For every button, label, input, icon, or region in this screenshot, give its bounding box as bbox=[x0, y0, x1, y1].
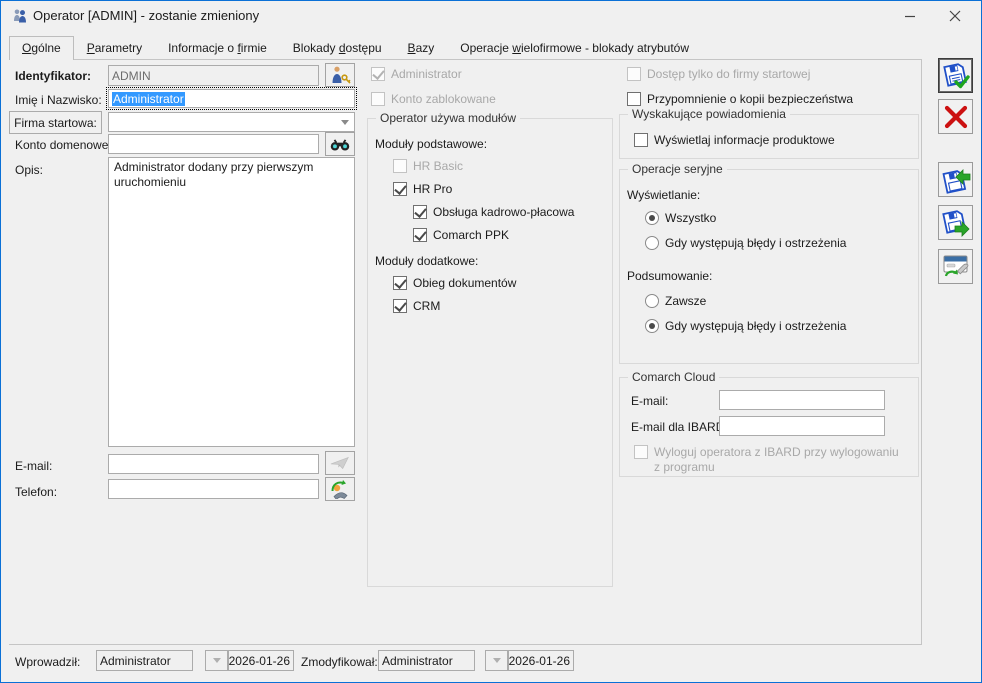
tab-informacje-o-firmie[interactable]: Informacje o firmie bbox=[155, 36, 280, 59]
save-next-button[interactable] bbox=[938, 205, 973, 240]
crm-checkbox[interactable]: CRM bbox=[393, 299, 440, 313]
domain-field[interactable] bbox=[108, 134, 319, 154]
send-email-button bbox=[325, 451, 355, 475]
window-title: Operator [ADMIN] - zostanie zmieniony bbox=[33, 8, 259, 23]
ibard-email-label: E-mail dla IBARD: bbox=[631, 420, 728, 434]
start-company-button[interactable]: Firma startowa: bbox=[9, 111, 102, 134]
hr-basic-checkbox: HR Basic bbox=[393, 159, 463, 173]
titlebar: Operator [ADMIN] - zostanie zmieniony bbox=[1, 1, 981, 31]
modified-by-label: Zmodyfikował: bbox=[301, 655, 378, 669]
email-field[interactable] bbox=[108, 454, 319, 474]
basic-modules-label: Moduły podstawowe: bbox=[375, 137, 487, 151]
binoculars-icon bbox=[329, 137, 351, 152]
comarch-cloud-group-title: Comarch Cloud bbox=[628, 370, 719, 384]
window-wrench-icon bbox=[941, 252, 971, 282]
chevron-down-icon bbox=[493, 658, 501, 663]
display-label: Wyświetlanie: bbox=[627, 188, 700, 202]
close-icon bbox=[949, 10, 961, 22]
panel-separator bbox=[921, 59, 922, 645]
modified-by-field: Administrator bbox=[378, 650, 475, 671]
administrator-checkbox: Administrator bbox=[371, 67, 462, 81]
display-all-radio[interactable]: Wszystko bbox=[645, 211, 716, 225]
identifier-field: ADMIN bbox=[108, 65, 319, 86]
floppy-arrow-right-icon bbox=[941, 208, 971, 238]
dms-checkbox[interactable]: Obieg dokumentów bbox=[393, 276, 516, 290]
floppy-arrow-left-icon bbox=[941, 165, 971, 195]
tab-operacje-wielofirmowe[interactable]: Operacje wielofirmowe - blokady atrybutó… bbox=[447, 36, 702, 59]
user-key-icon bbox=[329, 65, 351, 85]
comarch-ppk-checkbox[interactable]: Comarch PPK bbox=[413, 228, 509, 242]
tab-blokady-dostepu[interactable]: Blokady dostępu bbox=[280, 36, 395, 59]
identifier-wizard-button[interactable] bbox=[325, 63, 355, 87]
cancel-button[interactable] bbox=[938, 99, 973, 134]
modified-date-dropdown bbox=[485, 650, 508, 671]
chevron-down-icon[interactable] bbox=[341, 120, 349, 125]
tab-parametry[interactable]: Parametry bbox=[74, 36, 155, 59]
created-date-dropdown bbox=[205, 650, 228, 671]
footer-separator bbox=[9, 644, 921, 645]
cloud-email-field[interactable] bbox=[719, 390, 885, 410]
call-phone-button[interactable] bbox=[325, 477, 355, 501]
name-label: Imię i Nazwisko: bbox=[15, 93, 102, 107]
backup-reminder-checkbox[interactable]: Przypomnienie o kopii bezpieczeństwa bbox=[627, 92, 853, 106]
tab-strip: Ogólne Parametry Informacje o firmie Blo… bbox=[9, 36, 702, 60]
phone-icon bbox=[329, 479, 351, 499]
modified-date-field: 2026-01-26 bbox=[508, 650, 574, 671]
settings-button[interactable] bbox=[938, 249, 973, 284]
cloud-email-label: E-mail: bbox=[631, 394, 668, 408]
minimize-icon bbox=[904, 10, 916, 22]
selected-text: Administrator bbox=[112, 92, 185, 106]
start-company-combo[interactable] bbox=[108, 112, 355, 132]
summary-always-radio[interactable]: Zawsze bbox=[645, 294, 706, 308]
app-icon bbox=[12, 8, 28, 24]
name-field[interactable]: Administrator bbox=[108, 89, 355, 108]
display-errors-radio[interactable]: Gdy występują błędy i ostrzeżenia bbox=[645, 236, 846, 250]
phone-label: Telefon: bbox=[15, 485, 57, 499]
save-previous-button[interactable] bbox=[938, 162, 973, 197]
email-label: E-mail: bbox=[15, 459, 52, 473]
created-by-field: Administrator bbox=[96, 650, 193, 671]
tab-bazy[interactable]: Bazy bbox=[395, 36, 448, 59]
created-date-field: 2026-01-26 bbox=[228, 650, 294, 671]
ibard-logout-checkbox: Wyloguj operatora z IBARD przy wylogowan… bbox=[634, 445, 906, 475]
created-by-label: Wprowadził: bbox=[15, 655, 80, 669]
red-x-icon bbox=[943, 104, 969, 130]
save-button[interactable] bbox=[938, 58, 973, 93]
identifier-label: Identyfikator: bbox=[15, 69, 91, 83]
ibard-email-field[interactable] bbox=[719, 416, 885, 436]
additional-modules-label: Moduły dodatkowe: bbox=[375, 254, 478, 268]
start-company-only-checkbox: Dostęp tylko do firmy startowej bbox=[627, 67, 810, 81]
popup-notifications-group-title: Wyskakujące powiadomienia bbox=[628, 107, 790, 121]
domain-search-button[interactable] bbox=[325, 132, 355, 156]
operator-dialog: Operator [ADMIN] - zostanie zmieniony Og… bbox=[0, 0, 982, 683]
send-mail-icon bbox=[330, 456, 350, 470]
tab-ogolne[interactable]: Ogólne bbox=[9, 36, 74, 60]
payroll-checkbox[interactable]: Obsługa kadrowo-płacowa bbox=[413, 205, 574, 219]
minimize-button[interactable] bbox=[887, 1, 932, 31]
floppy-check-icon bbox=[941, 61, 971, 91]
summary-errors-radio[interactable]: Gdy występują błędy i ostrzeżenia bbox=[645, 319, 846, 333]
modules-group-title: Operator używa modułów bbox=[376, 111, 520, 125]
domain-label: Konto domenowe: bbox=[15, 138, 112, 152]
summary-label: Podsumowanie: bbox=[627, 269, 712, 283]
description-textarea[interactable]: Administrator dodany przy pierwszym uruc… bbox=[108, 157, 355, 447]
phone-field[interactable] bbox=[108, 479, 319, 499]
chevron-down-icon bbox=[213, 658, 221, 663]
product-info-checkbox[interactable]: Wyświetlaj informacje produktowe bbox=[634, 133, 835, 147]
description-label: Opis: bbox=[15, 163, 43, 177]
close-button[interactable] bbox=[932, 1, 977, 31]
hr-pro-checkbox[interactable]: HR Pro bbox=[393, 182, 452, 196]
batch-operations-group-title: Operacje seryjne bbox=[628, 162, 727, 176]
account-locked-checkbox: Konto zablokowane bbox=[371, 92, 496, 106]
